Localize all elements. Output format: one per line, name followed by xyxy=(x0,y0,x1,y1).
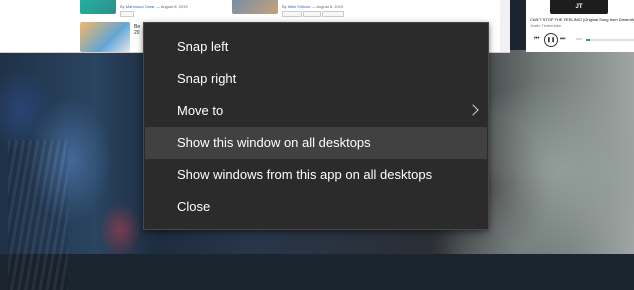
track-artist: Justin Timberlake xyxy=(530,23,562,28)
byline-date: — August 8, 2019 xyxy=(155,4,188,9)
menu-item-label: Snap left xyxy=(177,39,229,54)
menu-item-move-to[interactable]: Move to xyxy=(145,95,487,127)
title-line: 20 xyxy=(134,30,140,36)
menu-item-label: Snap right xyxy=(177,71,237,86)
article-byline: By Mike Kirikow — August 8, 2019 xyxy=(282,4,343,9)
wallpaper-texture xyxy=(8,140,68,290)
menu-item-close[interactable]: Close xyxy=(145,191,487,223)
media-controls: ⏮ ❚❚ ⏭ 0:00 xyxy=(530,32,634,48)
menu-item-label: Show windows from this app on all deskto… xyxy=(177,167,433,182)
menu-item-label: Close xyxy=(177,199,211,214)
window-context-menu: Snap left Snap right Move to Show this w… xyxy=(143,22,489,230)
previous-track-icon[interactable]: ⏮ xyxy=(534,36,539,43)
article-tag[interactable] xyxy=(303,11,321,17)
track-title: CAN'T STOP THE FEELING! (Original Song f… xyxy=(530,17,634,22)
byline-prefix: By xyxy=(120,4,125,9)
chevron-right-icon xyxy=(467,104,479,116)
menu-item-show-app-windows-all-desktops[interactable]: Show windows from this app on all deskto… xyxy=(145,159,487,191)
browser-scrollbar[interactable] xyxy=(500,0,510,52)
next-track-icon[interactable]: ⏭ xyxy=(560,36,565,43)
track-time: 0:00 xyxy=(576,37,582,41)
article-byline: By Mahmoud Omar — August 8, 2019 xyxy=(120,4,188,9)
article-tag[interactable] xyxy=(282,11,302,17)
article-thumbnail[interactable] xyxy=(232,0,278,14)
progress-slider[interactable] xyxy=(586,39,634,41)
menu-item-label: Show this window on all desktops xyxy=(177,135,371,150)
album-art: JT xyxy=(550,0,608,14)
byline-author[interactable]: Mike Kirikow xyxy=(288,4,310,9)
byline-prefix: By xyxy=(282,4,287,9)
article-tag[interactable] xyxy=(322,11,344,17)
byline-author[interactable]: Mahmoud Omar xyxy=(126,4,155,9)
byline-date: — August 8, 2019 xyxy=(311,4,344,9)
article-title-partial[interactable]: Be 20 xyxy=(134,24,140,36)
menu-item-snap-right[interactable]: Snap right xyxy=(145,63,487,95)
article-thumbnail[interactable] xyxy=(80,0,116,14)
menu-item-label: Move to xyxy=(177,103,224,118)
progress-fill xyxy=(586,39,590,41)
article-thumbnail[interactable] xyxy=(80,22,130,52)
menu-item-snap-left[interactable]: Snap left xyxy=(145,31,487,63)
media-widget[interactable]: JT CAN'T STOP THE FEELING! (Original Son… xyxy=(526,0,634,52)
article-tag[interactable] xyxy=(120,11,134,17)
menu-item-show-window-all-desktops[interactable]: Show this window on all desktops xyxy=(145,127,487,159)
pause-icon[interactable]: ❚❚ xyxy=(544,33,558,47)
